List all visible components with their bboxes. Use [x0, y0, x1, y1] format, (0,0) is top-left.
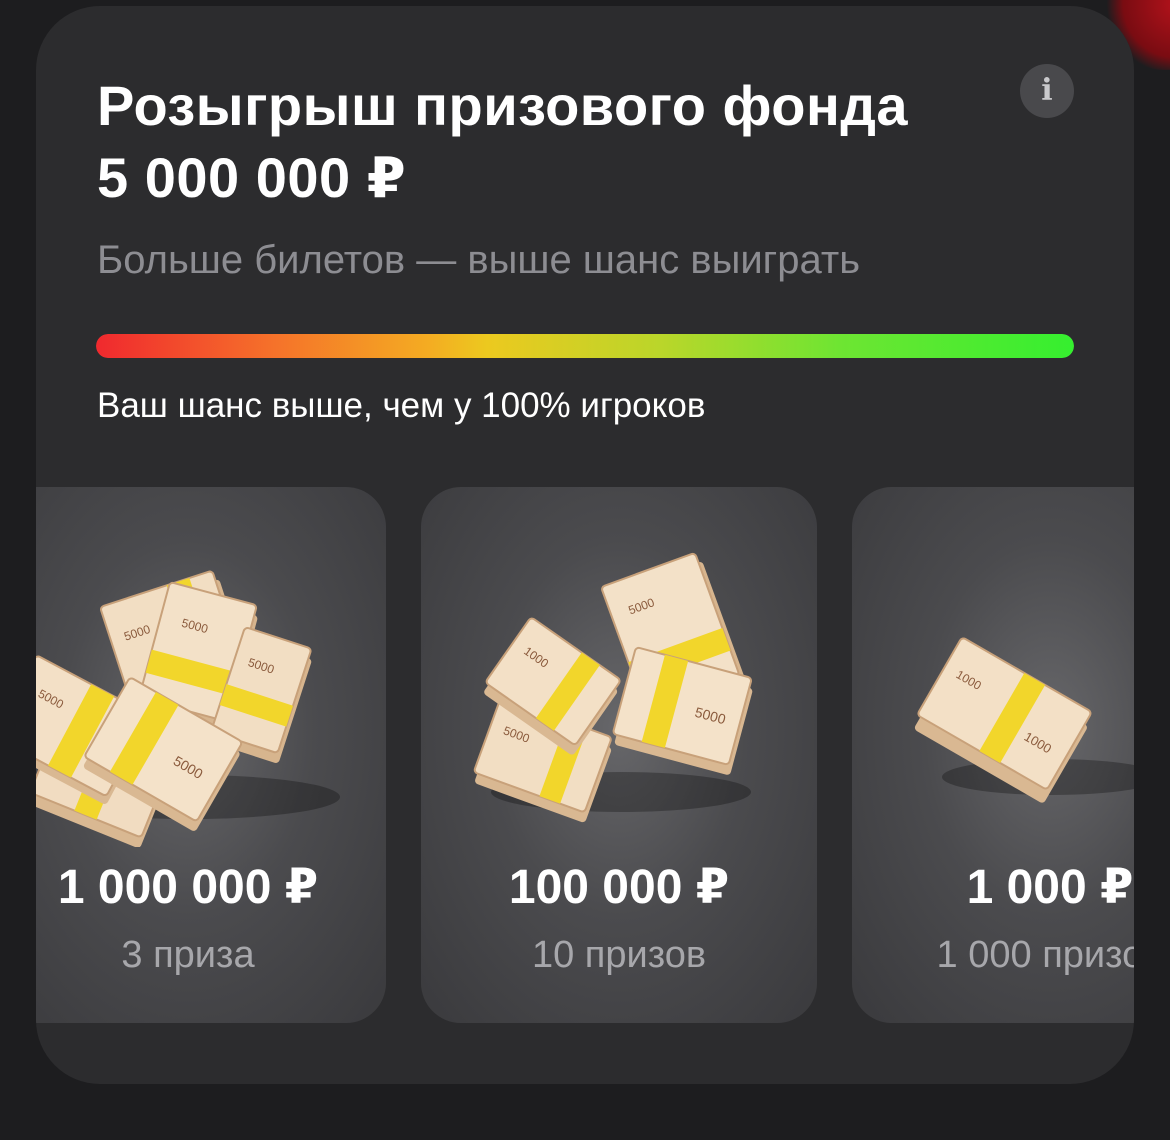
prize-count: 1 000 призов: [936, 934, 1134, 976]
draw-title: Розыгрыш призового фонда 5 000 000 ₽: [97, 74, 909, 209]
money-stacks-icon: 5000 5000 5000 5000 5000: [36, 570, 340, 847]
prize-card-1000[interactable]: 1000 1000 1 000 ₽ 1 000 призов: [852, 487, 1134, 1023]
prize-amount: 1 000 ₽: [966, 861, 1134, 914]
prize-card-100000[interactable]: 5000 1000 5000 5000 100 000 ₽ 10 призов: [421, 487, 817, 1023]
money-stack-icon: 1000 1000: [914, 637, 1134, 803]
prize-card-1000000[interactable]: 5000 5000 5000 5000 5000 1 000 000 ₽ 3 п…: [36, 487, 386, 1023]
draw-subtitle: Больше билетов — выше шанс выиграть: [97, 238, 861, 282]
prize-amount: 100 000 ₽: [508, 861, 730, 914]
prize-count: 10 призов: [531, 934, 707, 976]
chance-text: Ваш шанс выше, чем у 100% игроков: [97, 386, 706, 425]
money-stacks-icon: 5000 1000 5000 5000: [473, 552, 753, 823]
info-icon[interactable]: i: [1020, 64, 1074, 118]
prize-draw-card: Розыгрыш призового фонда 5 000 000 ₽ i Б…: [36, 6, 1134, 1084]
chance-progress-bar: [96, 334, 1074, 358]
prize-count: 3 приза: [121, 934, 255, 976]
prize-amount: 1 000 000 ₽: [57, 861, 319, 914]
chance-progress-fill: [96, 334, 1074, 358]
